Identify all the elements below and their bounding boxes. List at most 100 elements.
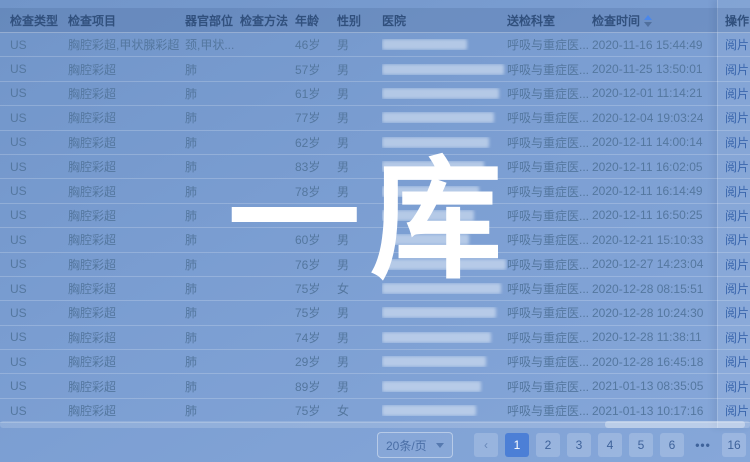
hospital-redacted-block bbox=[382, 88, 507, 99]
view-film-link[interactable]: 阅片 bbox=[725, 185, 749, 199]
view-film-link[interactable]: 阅片 bbox=[725, 136, 749, 150]
table-row: US胸腔彩超肺57岁男呼吸与重症医...2020-11-25 13:50:01阅… bbox=[0, 57, 750, 81]
hospital-redacted-block bbox=[382, 381, 507, 392]
view-film-link[interactable]: 阅片 bbox=[725, 404, 749, 418]
page-button-16[interactable]: 16 bbox=[722, 433, 746, 457]
view-film-link[interactable]: 阅片 bbox=[725, 331, 749, 345]
cell-action: 阅片 bbox=[725, 183, 750, 200]
cell-dept: 呼吸与重症医... bbox=[507, 158, 592, 175]
cell-dept: 呼吸与重症医... bbox=[507, 353, 592, 370]
table-row: US胸腔彩超,甲状腺彩超颈,甲状...46岁男呼吸与重症医...2020-11-… bbox=[0, 33, 750, 57]
table-row: US胸腔彩超肺60岁男呼吸与重症医...2020-12-21 15:10:33阅… bbox=[0, 228, 750, 252]
cell-item: 胸腔彩超 bbox=[68, 329, 185, 346]
column-header-age: 年龄 bbox=[295, 12, 337, 29]
table-row: US胸腔彩超肺76岁男呼吸与重症医...2020-12-27 14:23:04阅… bbox=[0, 253, 750, 277]
cell-item: 胸腔彩超 bbox=[68, 304, 185, 321]
cell-gender: 男 bbox=[337, 304, 382, 321]
cell-organ: 肺 bbox=[185, 61, 240, 78]
cell-time: 2020-11-16 15:44:49 bbox=[592, 38, 725, 52]
view-film-link[interactable]: 阅片 bbox=[725, 63, 749, 77]
column-header-action: 操作 bbox=[725, 12, 750, 29]
prev-page-button[interactable]: ‹ bbox=[474, 433, 498, 457]
cell-action: 阅片 bbox=[725, 61, 750, 78]
cell-item: 胸腔彩超 bbox=[68, 207, 185, 224]
view-film-link[interactable]: 阅片 bbox=[725, 380, 749, 394]
view-film-link[interactable]: 阅片 bbox=[725, 355, 749, 369]
cell-dept: 呼吸与重症医... bbox=[507, 61, 592, 78]
cell-action: 阅片 bbox=[725, 378, 750, 395]
cell-type: US bbox=[0, 208, 68, 222]
view-film-link[interactable]: 阅片 bbox=[725, 160, 749, 174]
column-header-dept: 送检科室 bbox=[507, 12, 592, 29]
cell-gender: 女 bbox=[337, 280, 382, 297]
scrollbar-thumb[interactable] bbox=[605, 421, 745, 428]
cell-dept: 呼吸与重症医... bbox=[507, 207, 592, 224]
cell-time: 2021-01-13 10:17:16 bbox=[592, 404, 725, 418]
cell-time: 2020-12-21 15:10:33 bbox=[592, 233, 725, 247]
cell-dept: 呼吸与重症医... bbox=[507, 329, 592, 346]
cell-type: US bbox=[0, 111, 68, 125]
column-header-organ: 器官部位 bbox=[185, 12, 240, 29]
cell-type: US bbox=[0, 184, 68, 198]
hospital-redacted-block bbox=[382, 259, 507, 270]
cell-gender: 男 bbox=[337, 109, 382, 126]
cell-type: US bbox=[0, 306, 68, 320]
table-row: US胸腔彩超肺77岁男呼吸与重症医...2020-12-04 19:03:24阅… bbox=[0, 106, 750, 130]
view-film-link[interactable]: 阅片 bbox=[725, 282, 749, 296]
cell-gender: 男 bbox=[337, 134, 382, 151]
cell-age: 83岁 bbox=[295, 158, 337, 175]
cell-type: US bbox=[0, 282, 68, 296]
cell-type: US bbox=[0, 86, 68, 100]
cell-age: 62岁 bbox=[295, 134, 337, 151]
cell-type: US bbox=[0, 355, 68, 369]
view-film-link[interactable]: 阅片 bbox=[725, 306, 749, 320]
cell-time: 2020-12-11 16:14:49 bbox=[592, 184, 725, 198]
cell-action: 阅片 bbox=[725, 109, 750, 126]
cell-action: 阅片 bbox=[725, 134, 750, 151]
page-size-select[interactable]: 20条/页 bbox=[377, 432, 453, 458]
column-header-item: 检查项目 bbox=[68, 12, 185, 29]
cell-action: 阅片 bbox=[725, 280, 750, 297]
cell-action: 阅片 bbox=[725, 36, 750, 53]
hospital-redacted-block bbox=[382, 332, 507, 343]
table-row: US胸腔彩超肺61岁男呼吸与重症医...2020-12-01 11:14:21阅… bbox=[0, 82, 750, 106]
cell-type: US bbox=[0, 38, 68, 52]
view-film-link[interactable]: 阅片 bbox=[725, 233, 749, 247]
cell-dept: 呼吸与重症医... bbox=[507, 183, 592, 200]
cell-time: 2020-12-28 08:15:51 bbox=[592, 282, 725, 296]
table-row: US胸腔彩超肺75岁男呼吸与重症医...2020-12-28 10:24:30阅… bbox=[0, 301, 750, 325]
page-button-5[interactable]: 5 bbox=[629, 433, 653, 457]
table-row: US胸腔彩超肺62岁男呼吸与重症医...2020-12-11 14:00:14阅… bbox=[0, 131, 750, 155]
cell-gender: 男 bbox=[337, 353, 382, 370]
page-button-3[interactable]: 3 bbox=[567, 433, 591, 457]
table-row: US胸腔彩超肺29岁男呼吸与重症医...2020-12-28 16:45:18阅… bbox=[0, 350, 750, 374]
page-button-2[interactable]: 2 bbox=[536, 433, 560, 457]
cell-dept: 呼吸与重症医... bbox=[507, 280, 592, 297]
cell-type: US bbox=[0, 379, 68, 393]
cell-time: 2020-12-11 16:02:05 bbox=[592, 160, 725, 174]
sort-ascending-icon[interactable] bbox=[644, 15, 652, 27]
column-header-type: 检查类型 bbox=[0, 12, 68, 29]
view-film-link[interactable]: 阅片 bbox=[725, 38, 749, 52]
cell-organ: 肺 bbox=[185, 207, 240, 224]
cell-item: 胸腔彩超 bbox=[68, 402, 185, 419]
cell-item: 胸腔彩超 bbox=[68, 256, 185, 273]
view-film-link[interactable]: 阅片 bbox=[725, 209, 749, 223]
column-header-time[interactable]: 检查时间 bbox=[592, 12, 725, 29]
cell-dept: 呼吸与重症医... bbox=[507, 304, 592, 321]
view-film-link[interactable]: 阅片 bbox=[725, 258, 749, 272]
view-film-link[interactable]: 阅片 bbox=[725, 87, 749, 101]
chevron-down-icon bbox=[436, 443, 444, 448]
view-film-link[interactable]: 阅片 bbox=[725, 111, 749, 125]
cell-age: 75岁 bbox=[295, 402, 337, 419]
pager-more-button[interactable]: ••• bbox=[691, 433, 715, 457]
cell-time: 2020-12-28 16:45:18 bbox=[592, 355, 725, 369]
hospital-redacted-block bbox=[382, 112, 507, 123]
page-button-4[interactable]: 4 bbox=[598, 433, 622, 457]
horizontal-scrollbar[interactable] bbox=[0, 421, 750, 428]
page-button-6[interactable]: 6 bbox=[660, 433, 684, 457]
hospital-redacted-block bbox=[382, 137, 507, 148]
hospital-redacted-block bbox=[382, 307, 507, 318]
cell-gender: 男 bbox=[337, 61, 382, 78]
page-button-1[interactable]: 1 bbox=[505, 433, 529, 457]
